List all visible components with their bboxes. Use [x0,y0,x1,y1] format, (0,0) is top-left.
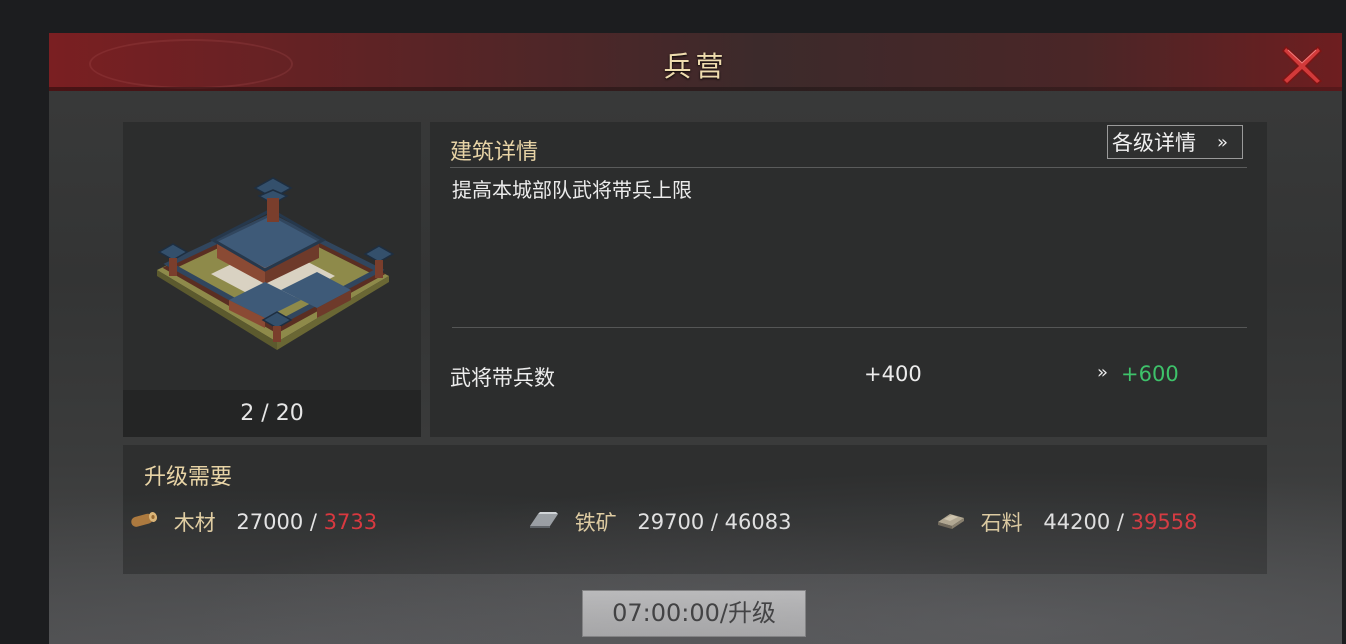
resource-required: 44200 [1043,510,1111,534]
resource-separator: / [704,510,725,534]
barracks-dialog: 兵营 2 / 20 建筑详情 各级详情 » 提高本城部队武将带兵上限 武将带兵数… [49,33,1342,644]
resource-owned: 39558 [1130,510,1198,534]
resource-owned: 46083 [724,510,792,534]
barracks-building-image [157,177,395,350]
resource-stone: 石料 44200 / 39558 [936,507,1197,537]
double-chevron-right-icon: » [1097,362,1109,383]
upgrade-requirements-panel: 升级需要 木材 27000 / 3733 铁矿 29700 / 46083 石料… [123,445,1267,574]
level-details-label: 各级详情 [1112,131,1196,155]
building-details-panel: 建筑详情 各级详情 » 提高本城部队武将带兵上限 武将带兵数 +400 » +6… [430,122,1267,437]
stat-divider [452,327,1247,328]
title-bar: 兵营 [49,33,1342,91]
resource-required: 29700 [637,510,705,534]
stone-block-icon [936,510,966,535]
stat-next-value: +600 [1121,362,1179,386]
resource-required: 27000 [236,510,304,534]
stat-current-value: +400 [864,362,922,386]
close-icon [1281,45,1323,86]
resource-name: 铁矿 [574,511,617,535]
resource-owned: 3733 [323,510,378,534]
resource-iron: 铁矿 29700 / 46083 [528,507,791,537]
close-button[interactable] [1280,43,1324,87]
upgrade-button[interactable]: 07:00:00/升级 [582,590,806,637]
iron-ingot-icon [528,510,560,535]
building-level: 2 / 20 [123,390,421,437]
wood-log-icon [129,510,159,535]
level-details-button[interactable]: 各级详情 » [1107,125,1243,159]
stat-label: 武将带兵数 [450,366,555,390]
requirements-title: 升级需要 [144,465,233,490]
dialog-title: 兵营 [663,50,728,83]
resource-wood: 木材 27000 / 3733 [129,507,377,537]
building-image-panel: 2 / 20 [123,122,421,437]
building-description: 提高本城部队武将带兵上限 [452,178,692,202]
resource-name: 木材 [173,511,216,535]
double-chevron-right-icon: » [1216,132,1228,153]
resource-separator: / [303,510,324,534]
resource-name: 石料 [980,511,1023,535]
header-divider [450,167,1247,168]
details-header: 建筑详情 [450,140,539,165]
resource-separator: / [1110,510,1131,534]
